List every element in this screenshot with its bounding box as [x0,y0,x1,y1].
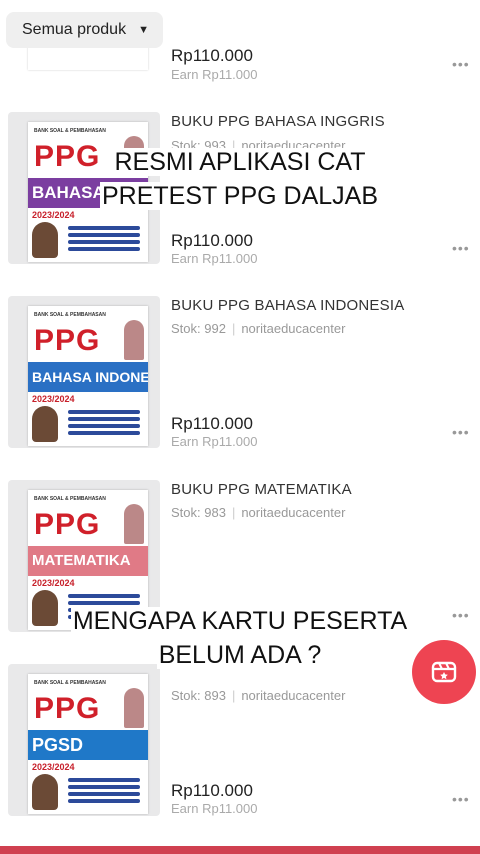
caption-line: MENGAPA KARTU PESERTA [70,607,410,635]
product-price: Rp110.000 [171,781,253,800]
product-thumbnail[interactable]: BANK SOAL & PEMBAHASAN PPG BAHASA INDONE… [8,296,160,448]
caption-line: BELUM ADA ? [156,641,324,669]
product-earn: Earn Rp11.000 [171,251,258,266]
product-seller: noritaeducacenter [241,321,346,336]
chevron-down-icon: ▼ [138,24,149,36]
product-meta: Stok: 983 | noritaeducacenter [171,505,346,520]
product-price: Rp110.000 [171,414,253,433]
filter-label: Semua produk [22,21,127,38]
product-stock: Stok: 983 [171,505,226,520]
product-title[interactable]: BUKU PPG BAHASA INDONESIA [171,297,404,314]
product-price: Rp110.000 [171,231,253,250]
more-horizontal-icon[interactable]: ••• [452,791,470,807]
caption-line: RESMI APLIKASI CAT [112,148,368,176]
book-cover-image: BANK SOAL & PEMBAHASAN PPG PGSD 2023/202… [28,674,148,814]
product-earn: Earn Rp11.000 [171,434,258,449]
video-caption-top: RESMI APLIKASI CAT PRETEST PPG DALJAB [0,145,480,213]
product-title[interactable]: BUKU PPG MATEMATIKA [171,481,352,498]
video-caption-bottom: MENGAPA KARTU PESERTA BELUM ADA ? [0,604,480,672]
more-horizontal-icon[interactable]: ••• [452,56,470,72]
more-horizontal-icon[interactable]: ••• [452,240,470,256]
product-meta: Stok: 992 | noritaeducacenter [171,321,346,336]
product-stock: Stok: 992 [171,321,226,336]
book-cover-image: BANK SOAL & PEMBAHASAN PPG BAHASA INDONE… [28,306,148,446]
product-earn: Earn Rp11.000 [171,801,258,816]
product-filter-dropdown[interactable]: Semua produk ▼ [6,12,163,48]
product-thumbnail[interactable]: BANK SOAL & PEMBAHASAN PPG PGSD 2023/202… [8,664,160,816]
more-horizontal-icon[interactable]: ••• [452,424,470,440]
product-seller: noritaeducacenter [241,688,346,703]
product-meta: Stok: 893 | noritaeducacenter [171,688,346,703]
product-title[interactable]: BUKU PPG BAHASA INGGRIS [171,113,385,130]
caption-line: PRETEST PPG DALJAB [99,182,380,210]
clapperboard-icon [431,661,457,683]
product-stock: Stok: 893 [171,688,226,703]
create-video-fab[interactable] [412,640,476,704]
product-price: Rp110.000 [171,46,253,65]
product-seller: noritaeducacenter [241,505,346,520]
product-earn: Earn Rp11.000 [171,67,258,82]
bottom-edge-bar [0,846,480,854]
